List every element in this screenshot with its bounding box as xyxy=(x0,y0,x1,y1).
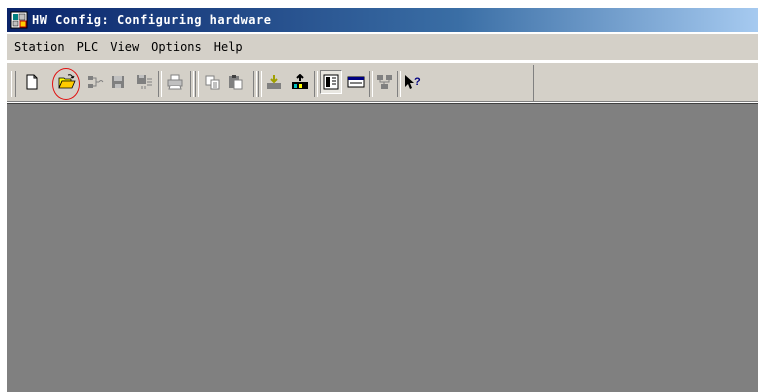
menu-options[interactable]: Options xyxy=(146,40,207,54)
menu-plc[interactable]: PLC xyxy=(72,40,104,54)
save-compile-icon xyxy=(137,75,152,89)
upload-to-pg-icon xyxy=(292,74,308,89)
menu-help[interactable]: Help xyxy=(209,40,248,54)
upload-button[interactable] xyxy=(290,71,310,93)
toolbar-separator xyxy=(314,71,318,97)
context-help-icon: ? xyxy=(405,75,421,89)
toolbar-separator xyxy=(369,71,373,97)
new-document-icon xyxy=(26,74,38,90)
paste-icon xyxy=(229,75,243,90)
download-button[interactable] xyxy=(264,71,284,93)
print-button[interactable] xyxy=(165,71,185,93)
svg-text:?: ? xyxy=(414,76,421,88)
menu-station[interactable]: Station xyxy=(9,40,70,54)
toolbar-separator xyxy=(397,71,401,97)
paste-button[interactable] xyxy=(226,71,246,93)
copy-icon xyxy=(205,75,220,90)
netpro-button[interactable] xyxy=(375,71,395,93)
copy-button[interactable] xyxy=(203,71,223,93)
toolbar-end xyxy=(533,65,535,101)
save-compile-button[interactable] xyxy=(135,71,155,93)
open-button-highlight xyxy=(52,68,80,100)
toolbar-separator xyxy=(253,71,257,97)
catalog-button[interactable] xyxy=(320,70,342,94)
help-button[interactable]: ? xyxy=(403,71,423,93)
netpro-icon xyxy=(377,75,392,89)
hw-config-app-icon xyxy=(10,11,28,29)
workspace-area[interactable] xyxy=(7,103,758,392)
save-button[interactable] xyxy=(108,71,128,93)
module-view-button[interactable] xyxy=(346,71,366,93)
toolbar: ? xyxy=(7,62,758,102)
save-icon xyxy=(112,76,124,88)
toolbar-separator xyxy=(190,71,194,97)
new-button[interactable] xyxy=(22,71,42,93)
window-title: HW Config: Configuring hardware xyxy=(32,13,272,27)
print-icon xyxy=(167,74,183,90)
menu-bar: Station PLC View Options Help xyxy=(7,34,758,60)
module-view-icon xyxy=(347,76,365,88)
toolbar-grip[interactable] xyxy=(11,71,16,97)
toolbar-separator xyxy=(158,71,162,97)
menu-view[interactable]: View xyxy=(105,40,144,54)
title-bar[interactable]: HW Config: Configuring hardware xyxy=(7,8,758,32)
accessible-nodes-button[interactable] xyxy=(86,71,106,93)
toolbar-separator xyxy=(195,71,199,97)
download-to-module-icon xyxy=(267,75,281,89)
toolbar-separator xyxy=(258,71,262,97)
network-nodes-icon xyxy=(88,76,104,88)
catalog-icon xyxy=(323,74,339,90)
